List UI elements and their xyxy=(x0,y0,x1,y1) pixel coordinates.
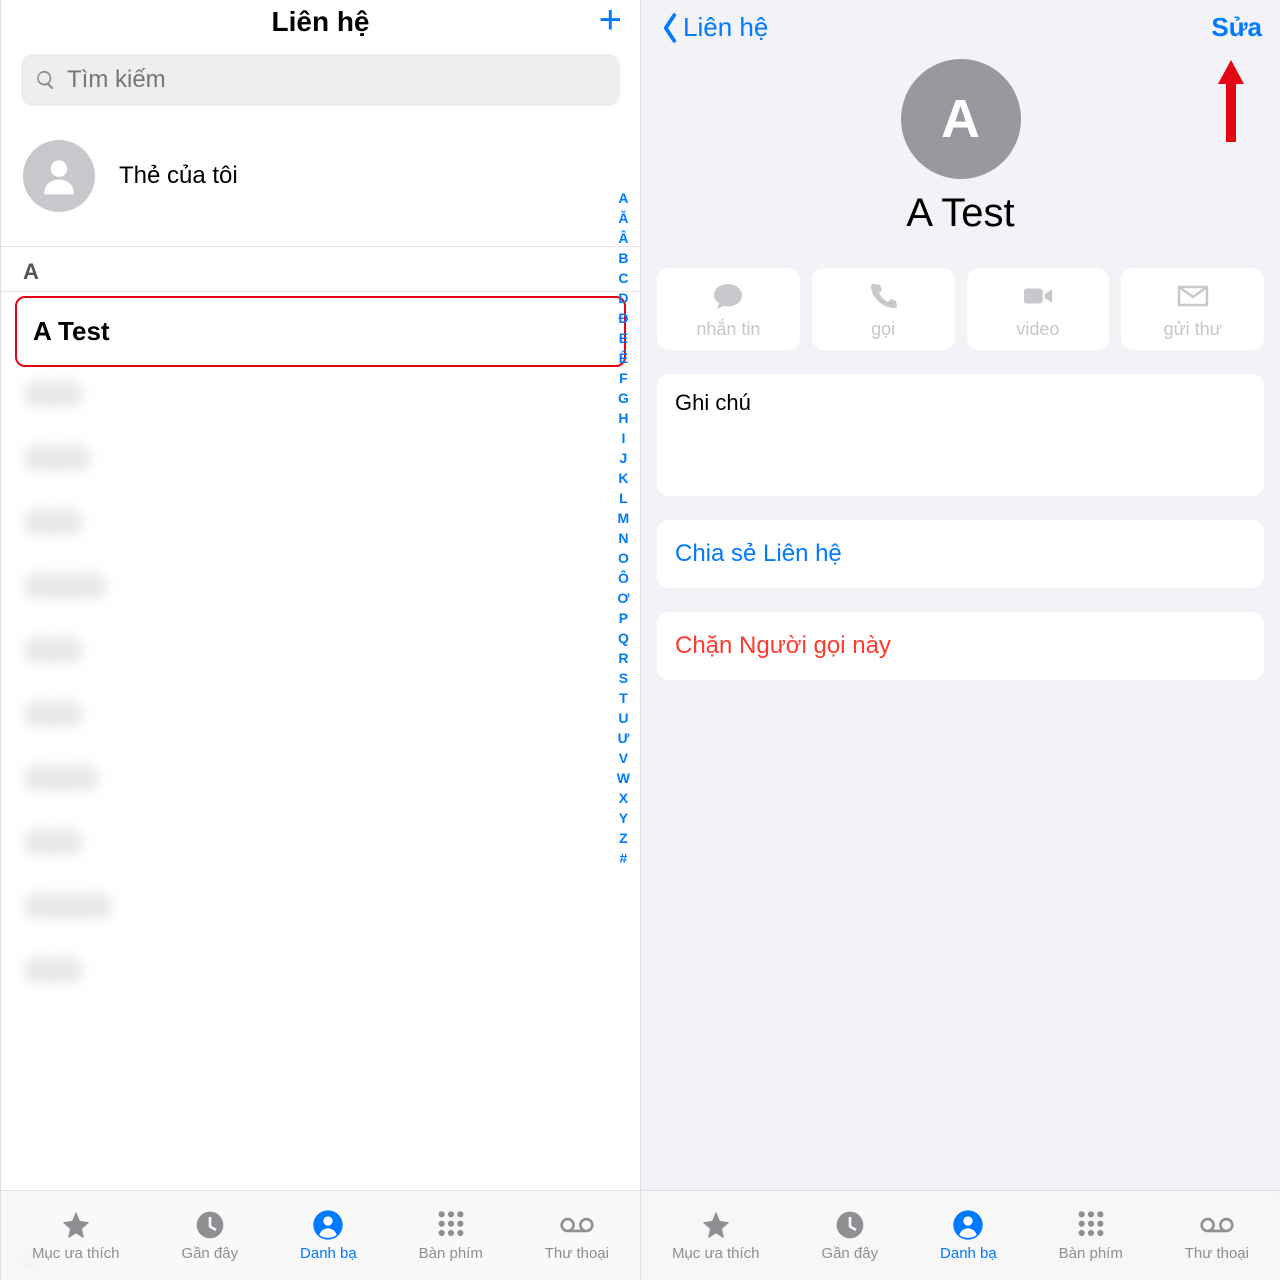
index-letter[interactable]: P xyxy=(617,608,630,628)
avatar-placeholder-icon xyxy=(23,140,95,212)
index-letter[interactable]: O xyxy=(617,548,630,568)
index-letter[interactable]: Ơ xyxy=(617,588,630,608)
back-button[interactable]: Liên hệ xyxy=(659,12,768,43)
index-letter[interactable]: K xyxy=(617,468,630,488)
index-letter[interactable]: R xyxy=(617,648,630,668)
tab-contacts[interactable]: Danh bạ xyxy=(940,1209,997,1262)
blurred-contacts xyxy=(1,371,640,1230)
annotation-arrow-icon xyxy=(1214,52,1248,151)
my-card-row[interactable]: Thẻ của tôi xyxy=(1,116,640,247)
tab-keypad[interactable]: Bàn phím xyxy=(1059,1209,1123,1262)
index-letter[interactable]: F xyxy=(617,368,630,388)
call-button[interactable]: gọi xyxy=(812,268,955,350)
index-letter[interactable]: V xyxy=(617,748,630,768)
message-icon xyxy=(712,282,744,310)
edit-button[interactable]: Sửa xyxy=(1211,12,1262,43)
tab-keypad[interactable]: Bàn phím xyxy=(419,1209,483,1262)
index-letter[interactable]: Đ xyxy=(617,308,630,328)
index-letter[interactable]: J xyxy=(617,448,630,468)
video-button[interactable]: video xyxy=(967,268,1110,350)
index-letter[interactable]: Â xyxy=(617,228,630,248)
page-title: Liên hệ xyxy=(19,6,622,38)
index-letter[interactable]: C xyxy=(617,268,630,288)
index-letter[interactable]: Y xyxy=(617,808,630,828)
index-letter[interactable]: Z xyxy=(617,828,630,848)
video-icon xyxy=(1022,282,1054,310)
share-contact-button[interactable]: Chia sẻ Liên hệ xyxy=(657,520,1264,588)
contact-name: A Test xyxy=(641,191,1280,236)
index-letter[interactable]: # xyxy=(617,848,630,868)
index-letter[interactable]: U xyxy=(617,708,630,728)
index-letter[interactable]: T xyxy=(617,688,630,708)
my-card-label: Thẻ của tôi xyxy=(119,162,238,190)
index-letter[interactable]: B xyxy=(617,248,630,268)
notes-card[interactable]: Ghi chú xyxy=(657,374,1264,496)
tab-bar: Mục ưa thích Gần đây Danh bạ Bàn phím Th… xyxy=(1,1190,640,1280)
tab-voicemail[interactable]: Thư thoại xyxy=(545,1209,609,1262)
tab-recents[interactable]: Gần đây xyxy=(181,1209,238,1262)
alphabet-index[interactable]: AĂÂBCDĐEÊFGHIJKLMNOÔƠPQRSTUƯVWXYZ# xyxy=(617,188,630,868)
tab-recents[interactable]: Gần đây xyxy=(821,1209,878,1262)
phone-icon xyxy=(867,282,899,310)
index-letter[interactable]: A xyxy=(617,188,630,208)
index-letter[interactable]: X xyxy=(617,788,630,808)
index-letter[interactable]: Q xyxy=(617,628,630,648)
search-icon xyxy=(35,69,57,91)
index-letter[interactable]: N xyxy=(617,528,630,548)
contact-row-a-test[interactable]: A Test xyxy=(15,296,626,367)
mail-button[interactable]: gửi thư xyxy=(1121,268,1264,350)
index-letter[interactable]: H xyxy=(617,408,630,428)
search-field[interactable] xyxy=(21,54,620,106)
mail-icon xyxy=(1177,282,1209,310)
index-letter[interactable]: L xyxy=(617,488,630,508)
tab-favorites[interactable]: Mục ưa thích xyxy=(32,1209,120,1262)
index-letter[interactable]: I xyxy=(617,428,630,448)
index-letter[interactable]: Ô xyxy=(617,568,630,588)
search-input[interactable] xyxy=(67,66,606,94)
index-letter[interactable]: D xyxy=(617,288,630,308)
index-letter[interactable]: Ư xyxy=(617,728,630,748)
index-letter[interactable]: S xyxy=(617,668,630,688)
section-header-a: A xyxy=(1,247,640,292)
index-letter[interactable]: Ê xyxy=(617,348,630,368)
block-caller-button[interactable]: Chặn Người gọi này xyxy=(657,612,1264,680)
index-letter[interactable]: M xyxy=(617,508,630,528)
tab-voicemail[interactable]: Thư thoại xyxy=(1185,1209,1249,1262)
index-letter[interactable]: G xyxy=(617,388,630,408)
tab-favorites[interactable]: Mục ưa thích xyxy=(672,1209,760,1262)
message-button[interactable]: nhắn tin xyxy=(657,268,800,350)
index-letter[interactable]: E xyxy=(617,328,630,348)
contact-avatar: A xyxy=(901,59,1021,179)
add-contact-button[interactable]: + xyxy=(599,6,622,34)
index-letter[interactable]: Ă xyxy=(617,208,630,228)
chevron-left-icon xyxy=(659,13,681,43)
tab-contacts[interactable]: Danh bạ xyxy=(300,1209,357,1262)
tab-bar: Mục ưa thích Gần đây Danh bạ Bàn phím Th… xyxy=(641,1190,1280,1280)
index-letter[interactable]: W xyxy=(617,768,630,788)
